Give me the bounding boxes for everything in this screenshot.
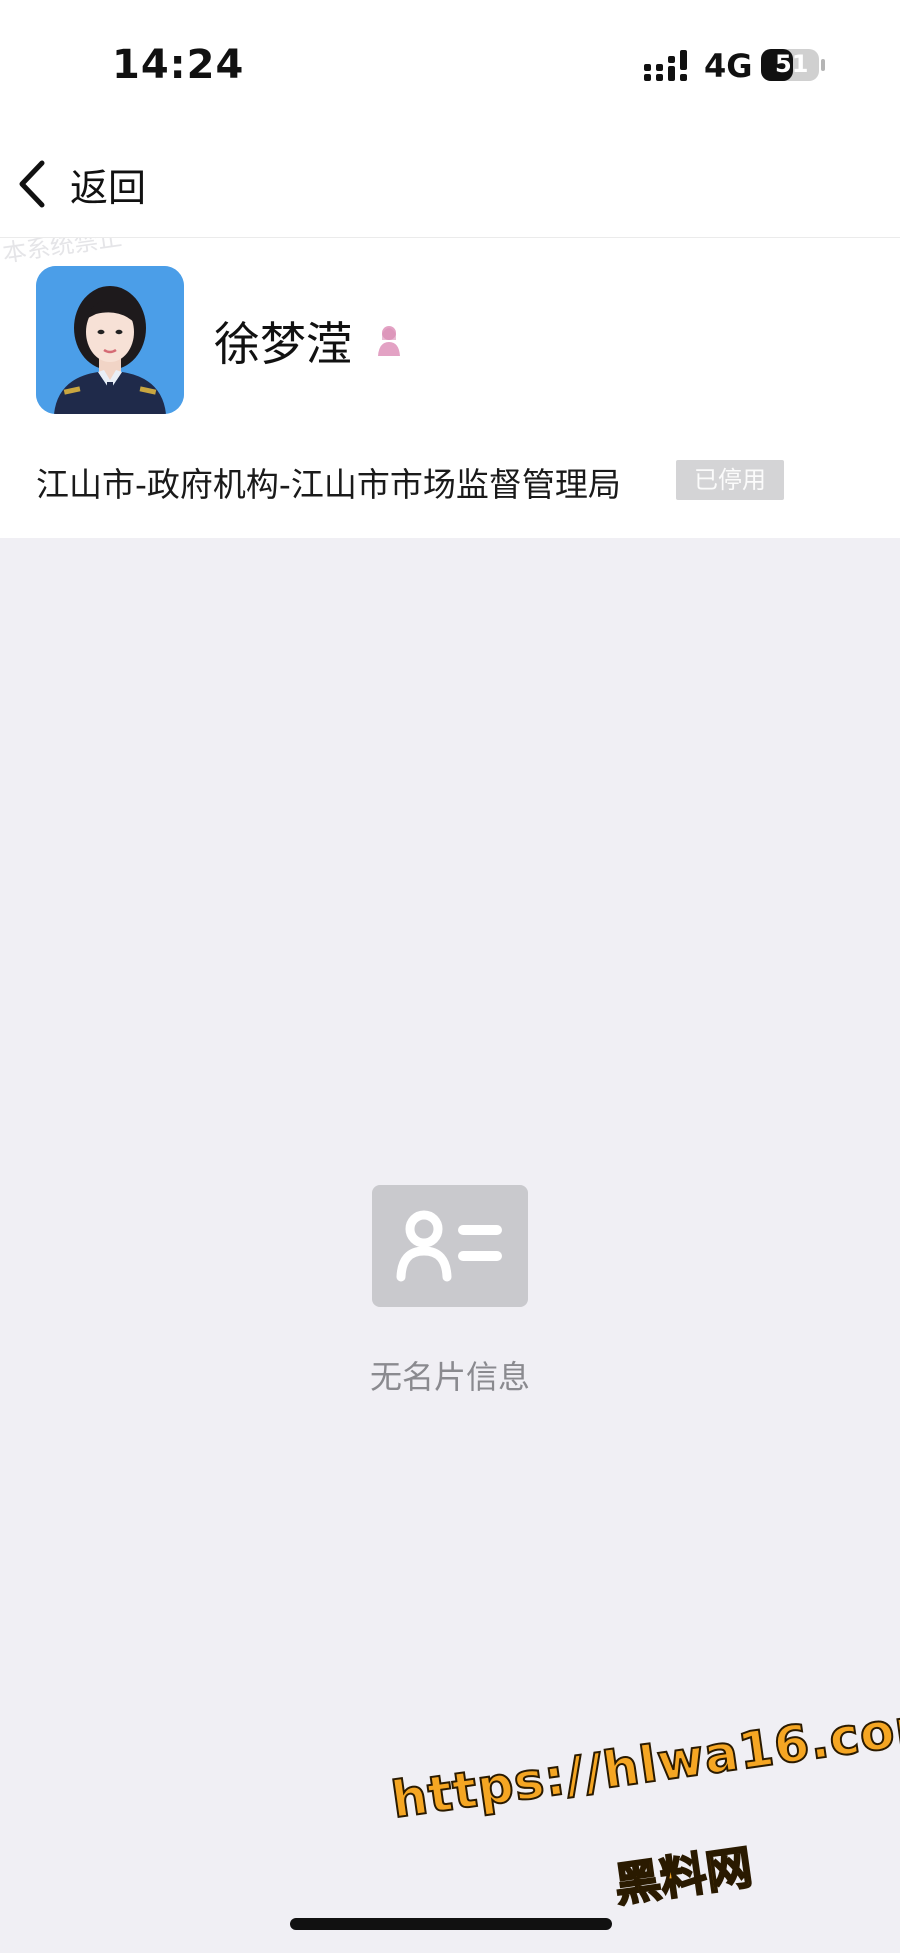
person-name: 徐梦滢	[214, 317, 352, 371]
overlay-site-watermark: 黑料网	[610, 1839, 756, 1914]
status-badge: 已停用	[676, 460, 784, 500]
battery-level: 51	[775, 50, 809, 78]
home-indicator[interactable]	[290, 1918, 612, 1930]
network-label: 4G	[704, 47, 753, 85]
status-time: 14:24	[112, 42, 245, 88]
overlay-url-watermark: https://hlwa16.com	[387, 1693, 900, 1830]
status-bar: 14:24 4G 51	[0, 0, 900, 130]
avatar[interactable]	[36, 266, 184, 414]
system-watermark: 本系统禁止	[0, 238, 124, 268]
contact-card-icon	[372, 1185, 528, 1307]
female-person-icon	[378, 326, 400, 356]
portrait-photo	[36, 266, 184, 414]
back-label: 返回	[70, 165, 147, 210]
nav-bar: 返回	[0, 130, 900, 238]
chevron-left-icon	[19, 160, 45, 208]
organization-path: 江山市-政府机构-江山市市场监督管理局	[36, 465, 621, 504]
signal-icon	[644, 50, 687, 81]
empty-state-text: 无名片信息	[369, 1358, 530, 1396]
profile-card: 本系统禁止 徐梦滢 江山市-政府机构-江山市市场监督管理局 已停用	[0, 238, 900, 538]
back-button[interactable]: 返回	[14, 156, 146, 212]
